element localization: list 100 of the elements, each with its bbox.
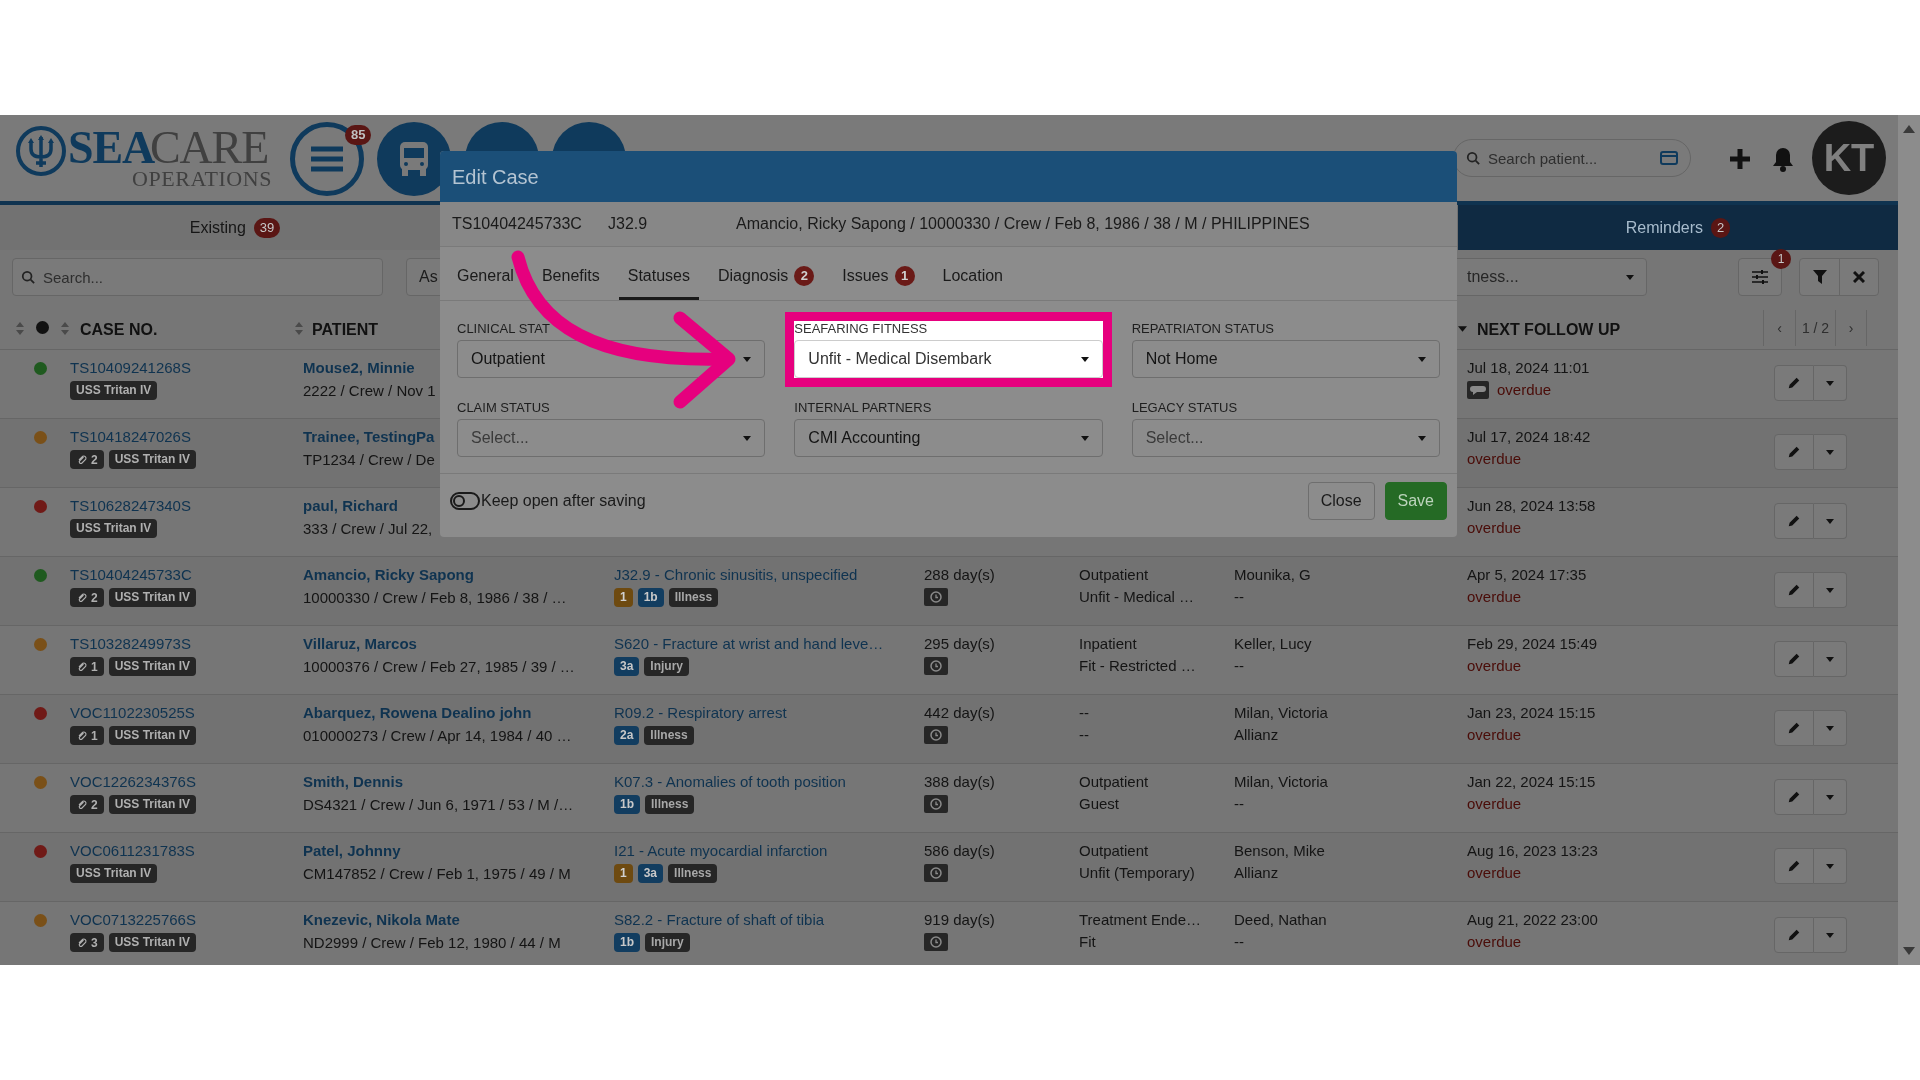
scroll-down-icon[interactable] (1903, 947, 1915, 955)
diagnosis-link[interactable]: I21 - Acute myocardial infarction (614, 841, 828, 861)
patient-link[interactable]: paul, Richard (303, 496, 399, 516)
caret-icon (743, 356, 752, 362)
dialog-tab[interactable]: Statuses (618, 254, 699, 300)
sort-icon[interactable] (15, 321, 25, 336)
edit-button[interactable] (1774, 710, 1814, 746)
select-field[interactable]: CMI Accounting (794, 419, 1103, 457)
column-header[interactable]: CASE NO. (80, 318, 158, 342)
patient-details: 10000376 / Crew / Feb 27, 1985 / 39 / … (303, 657, 575, 677)
avatar-button[interactable]: KT (1812, 121, 1886, 195)
diagnosis-tag: 3a (637, 864, 664, 883)
case-link[interactable]: TS10628247340S (70, 496, 191, 516)
edit-button[interactable] (1774, 572, 1814, 608)
scroll-up-icon[interactable] (1903, 125, 1915, 133)
edit-button[interactable] (1774, 917, 1814, 953)
case-link[interactable]: TS10328249973S (70, 634, 191, 654)
menu-icon (311, 146, 343, 172)
comment-icon[interactable] (1467, 381, 1489, 399)
next-page-button[interactable]: › (1835, 310, 1867, 346)
patient-link[interactable]: Patel, Johnny (303, 841, 401, 861)
column-header[interactable]: NEXT FOLLOW UP (1477, 318, 1621, 342)
case-link[interactable]: TS10404245733C (70, 565, 192, 585)
case-duration: 919 day(s) (924, 910, 995, 930)
diagnosis-link[interactable]: S620 - Fracture at wrist and hand leve… (614, 634, 884, 654)
select-field[interactable]: Select... (457, 419, 766, 457)
column-header[interactable]: PATIENT (312, 318, 379, 342)
search-field[interactable]: Search... (12, 258, 383, 296)
select-value: CMI Accounting (808, 428, 921, 448)
diagnosis-link[interactable]: J32.9 - Chronic sinusitis, unspecified (614, 565, 858, 585)
case-link[interactable]: TS10409241268S (70, 358, 191, 378)
clinical-status: Outpatient (1079, 565, 1149, 585)
vessel-tag: USS Tritan IV (108, 933, 197, 952)
fitness-status: Fit - Restricted … (1079, 656, 1196, 676)
case-link[interactable]: VOC0713225766S (70, 910, 196, 930)
case-link[interactable]: VOC1102230525S (70, 703, 195, 723)
diagnosis-link[interactable]: S82.2 - Fracture of shaft of tibia (614, 910, 825, 930)
select-field[interactable]: Select... (1131, 419, 1440, 457)
edit-button[interactable] (1774, 779, 1814, 815)
caret-icon (1826, 794, 1834, 800)
edit-button[interactable] (1774, 641, 1814, 677)
dialog-tab[interactable]: Diagnosis 2 (709, 254, 824, 300)
select-value: Outpatient (471, 349, 545, 369)
patient-link[interactable]: Amancio, Ricky Sapong (303, 565, 474, 585)
select-field[interactable]: Not Home (1131, 340, 1440, 378)
diagnosis-link[interactable]: K07.3 - Anomalies of tooth position (614, 772, 846, 792)
edit-button[interactable] (1774, 365, 1814, 401)
clear-button[interactable] (1839, 258, 1879, 296)
case-duration: 295 day(s) (924, 634, 995, 654)
previous-page-button[interactable]: ‹ (1763, 310, 1795, 346)
sort-icon[interactable] (294, 321, 304, 336)
search-icon (1466, 151, 1480, 165)
attachment-count: 1 (91, 727, 98, 745)
patient-link[interactable]: Trainee, TestingPa (303, 427, 435, 447)
field-label: CLINICAL STAT (457, 321, 550, 337)
caret-icon (1826, 656, 1834, 662)
diagnosis-tag: 1 (614, 864, 633, 883)
patient-summary: Amancio, Ricky Sapong / 10000330 / Crew / Feb 8, 1986 / 38 / M / PHILIPPINES (736, 214, 1310, 234)
caret-icon (1826, 725, 1834, 731)
pencil-icon (1787, 583, 1801, 597)
attachment-count: 2 (91, 451, 98, 469)
toggle-switch[interactable] (450, 492, 480, 510)
caret-icon (1080, 356, 1089, 362)
filter-button[interactable] (1799, 258, 1840, 296)
close-button[interactable]: Close (1307, 482, 1375, 520)
dialog-tab[interactable]: Issues 1 (833, 254, 924, 300)
fitness-status: Guest (1079, 794, 1120, 814)
dialog-tab[interactable]: Benefits (532, 254, 609, 300)
case-link[interactable]: VOC0611231783S (70, 841, 195, 861)
vessel-tag: USS Tritan IV (108, 795, 197, 814)
patient-link[interactable]: Mouse2, Minnie (303, 358, 415, 378)
save-button[interactable]: Save (1384, 482, 1447, 520)
patient-search-field[interactable]: Search patient... (1453, 139, 1691, 177)
card-icon[interactable] (1660, 151, 1678, 165)
diagnosis-link[interactable]: R09.2 - Respiratory arrest (614, 703, 787, 723)
dialog-tab[interactable]: Location (933, 254, 1012, 300)
diagnosis-tag: Injury (644, 657, 690, 676)
dialog-tab[interactable]: General (448, 254, 523, 300)
diagnosis-tag: Illness (645, 795, 695, 814)
select-placeholder: Select... (1145, 428, 1204, 448)
edit-button[interactable] (1774, 434, 1814, 470)
edit-button[interactable] (1774, 848, 1814, 884)
bell-icon[interactable] (1772, 146, 1794, 172)
patient-link[interactable]: Knezevic, Nikola Mate (303, 910, 460, 930)
case-link[interactable]: VOC1226234376S (70, 772, 196, 792)
patient-link[interactable]: Smith, Dennis (303, 772, 403, 792)
partner-name: -- (1234, 656, 1244, 676)
patient-link[interactable]: Abarquez, Rowena Dealino john (303, 703, 532, 723)
patient-details: 2222 / Crew / Nov 1 (303, 381, 436, 401)
pencil-icon (1787, 445, 1801, 459)
select-field[interactable]: Unfit - Medical Disembark (794, 340, 1103, 378)
field-label: LEGACY STATUS (1131, 400, 1238, 416)
caret-icon (1826, 449, 1834, 455)
sort-icon[interactable] (60, 321, 70, 336)
edit-button[interactable] (1774, 503, 1814, 539)
list-tab[interactable]: Reminders 2 (1458, 205, 1898, 250)
patient-details: 333 / Crew / Jul 22, (303, 519, 433, 539)
add-icon[interactable] (1729, 148, 1751, 170)
patient-link[interactable]: Villaruz, Marcos (303, 634, 417, 654)
case-link[interactable]: TS10418247026S (70, 427, 191, 447)
